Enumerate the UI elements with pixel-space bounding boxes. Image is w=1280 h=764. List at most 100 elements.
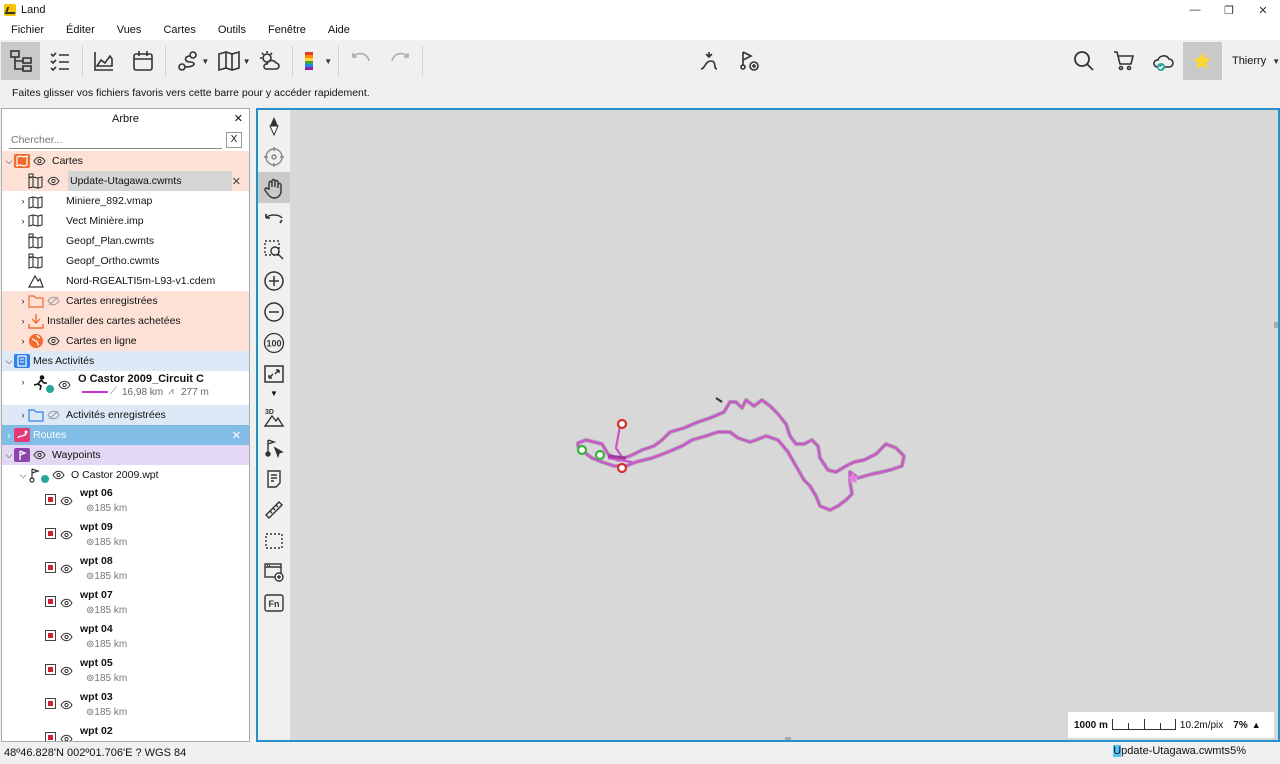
chevron-down-icon[interactable]: ⌵ (18, 470, 28, 481)
eye-icon[interactable] (60, 666, 73, 676)
redo-button[interactable] (380, 42, 419, 80)
gps-button[interactable] (258, 141, 290, 172)
zoom-out-button[interactable] (258, 296, 290, 327)
menu-aide[interactable]: Aide (317, 24, 361, 36)
chevron-down-icon[interactable]: ⌵ (4, 356, 14, 367)
tree-node-cartes[interactable]: ⌵ Cartes (2, 151, 249, 171)
eye-icon[interactable] (52, 470, 65, 480)
map-side-handle[interactable] (1274, 322, 1278, 328)
chevron-down-icon[interactable]: ⌵ (4, 450, 14, 461)
eye-icon[interactable] (58, 380, 71, 390)
close-icon[interactable]: ✕ (232, 175, 241, 188)
user-menu[interactable]: Thierry (1232, 55, 1266, 67)
chevron-right-icon[interactable]: › (18, 410, 28, 420)
zoom-100-button[interactable]: 100 (258, 327, 290, 358)
profile-chart-button[interactable] (85, 42, 124, 80)
menu-fichier[interactable]: Fichier (0, 24, 55, 36)
tree-node-saved-activities[interactable]: › Activités enregistrées (2, 405, 249, 425)
eye-icon[interactable] (47, 336, 60, 346)
eye-icon[interactable] (60, 700, 73, 710)
waypoint-item[interactable]: wpt 08 ⊚185 km (2, 553, 249, 587)
3d-view-button[interactable]: 3D (258, 401, 290, 432)
waypoint-item[interactable]: wpt 05 ⊚185 km (2, 655, 249, 689)
add-window-button[interactable] (258, 556, 290, 587)
chevron-right-icon[interactable]: › (18, 316, 28, 326)
tree-item-waypoint-file[interactable]: ⌵ O Castor 2009.wpt (2, 465, 249, 485)
weather-button[interactable] (251, 42, 290, 80)
chevron-right-icon[interactable]: › (4, 430, 14, 440)
add-waypoint-button[interactable] (729, 42, 768, 80)
tree-node-waypoints[interactable]: ⌵ Waypoints (2, 445, 249, 465)
maximize-button[interactable]: ❐ (1212, 0, 1246, 20)
tree-item-map[interactable]: › Miniere_892.vmap (2, 191, 249, 211)
chevron-right-icon[interactable]: › (18, 377, 28, 387)
shop-button[interactable] (1104, 42, 1143, 80)
close-button[interactable]: ✕ (1246, 0, 1280, 20)
tree-item-map[interactable]: Update-Utagawa.cwmts ✕ (2, 171, 249, 191)
menu-fenetre[interactable]: Fenêtre (257, 24, 317, 36)
color-scale-button[interactable] (295, 42, 324, 80)
chevron-down-icon[interactable]: ▼ (201, 57, 209, 66)
activity-track[interactable] (576, 398, 906, 512)
track-edit-button[interactable] (690, 42, 729, 80)
waypoint-item[interactable]: wpt 09 ⊚185 km (2, 519, 249, 553)
tree-item-map[interactable]: Geopf_Ortho.cwmts (2, 251, 249, 271)
tree-item-map[interactable]: Geopf_Plan.cwmts (2, 231, 249, 251)
waypoint-item[interactable]: wpt 06 ⊚185 km (2, 485, 249, 519)
eye-icon[interactable] (60, 530, 73, 540)
eye-icon[interactable] (33, 450, 46, 460)
map-view[interactable]: 100 ▼ 3D Fn 1000 m 10.2m/pix 7% ▲ (256, 108, 1280, 742)
chevron-down-icon[interactable]: ▼ (243, 57, 251, 66)
search-button[interactable] (1065, 42, 1104, 80)
north-button[interactable] (258, 110, 290, 141)
waypoint-item[interactable]: wpt 07 ⊚185 km (2, 587, 249, 621)
chevron-right-icon[interactable]: › (18, 216, 28, 226)
measure-button[interactable] (258, 494, 290, 525)
rotate-button[interactable] (258, 203, 290, 234)
search-clear-button[interactable]: X (226, 132, 242, 148)
menu-cartes[interactable]: Cartes (152, 24, 206, 36)
fit-screen-button[interactable] (258, 358, 290, 389)
waypoint-marker[interactable] (616, 418, 628, 430)
chevron-down-icon[interactable]: ⌵ (4, 156, 14, 167)
chevron-down-icon[interactable]: ▼ (258, 389, 290, 401)
chevron-right-icon[interactable]: › (18, 196, 28, 206)
menu-outils[interactable]: Outils (207, 24, 257, 36)
minimize-button[interactable]: — (1178, 0, 1212, 20)
map-canvas[interactable] (290, 110, 1278, 740)
eye-icon[interactable] (60, 598, 73, 608)
zoom-up-button[interactable]: ▲ (1252, 720, 1261, 730)
fn-button[interactable]: Fn (258, 587, 290, 618)
chevron-right-icon[interactable]: › (18, 336, 28, 346)
waypoint-item[interactable]: wpt 04 ⊚185 km (2, 621, 249, 655)
tree-item-map[interactable]: › Vect Minière.imp (2, 211, 249, 231)
tree-item-map[interactable]: Nord-RGEALTI5m-L93-v1.cdem (2, 271, 249, 291)
tree-node-install-maps[interactable]: › Installer des cartes achetées (2, 311, 249, 331)
chevron-down-icon[interactable]: ▼ (1272, 57, 1280, 66)
close-icon[interactable]: ✕ (232, 429, 241, 442)
tree-node-routes[interactable]: › Routes ✕ (2, 425, 249, 445)
tree-node-online-maps[interactable]: › Cartes en ligne (2, 331, 249, 351)
search-input[interactable] (9, 131, 222, 149)
start-marker[interactable] (594, 449, 606, 461)
menu-editer[interactable]: Éditer (55, 24, 106, 36)
tree-node-activities[interactable]: ⌵ Mes Activités (2, 351, 249, 371)
eye-icon[interactable] (47, 410, 60, 420)
tree-view-button[interactable] (1, 42, 41, 80)
favorites-button[interactable] (1182, 42, 1222, 80)
eye-icon[interactable] (60, 564, 73, 574)
chevron-right-icon[interactable]: › (18, 296, 28, 306)
eye-icon[interactable] (33, 156, 46, 166)
activity-item[interactable]: › O Castor 2009_Circuit C ⟋ 16,98 km ⩘ 2… (2, 371, 249, 405)
eye-icon[interactable] (47, 296, 60, 306)
chevron-down-icon[interactable]: ▼ (324, 57, 332, 66)
calendar-button[interactable] (124, 42, 163, 80)
zoom-in-button[interactable] (258, 265, 290, 296)
waypoint-item[interactable]: wpt 02 (2, 723, 249, 741)
notes-button[interactable] (258, 463, 290, 494)
cloud-sync-button[interactable] (1143, 42, 1182, 80)
map-resize-handle[interactable] (785, 737, 791, 740)
select-waypoint-button[interactable] (258, 432, 290, 463)
menu-vues[interactable]: Vues (106, 24, 153, 36)
eye-icon[interactable] (47, 176, 60, 186)
